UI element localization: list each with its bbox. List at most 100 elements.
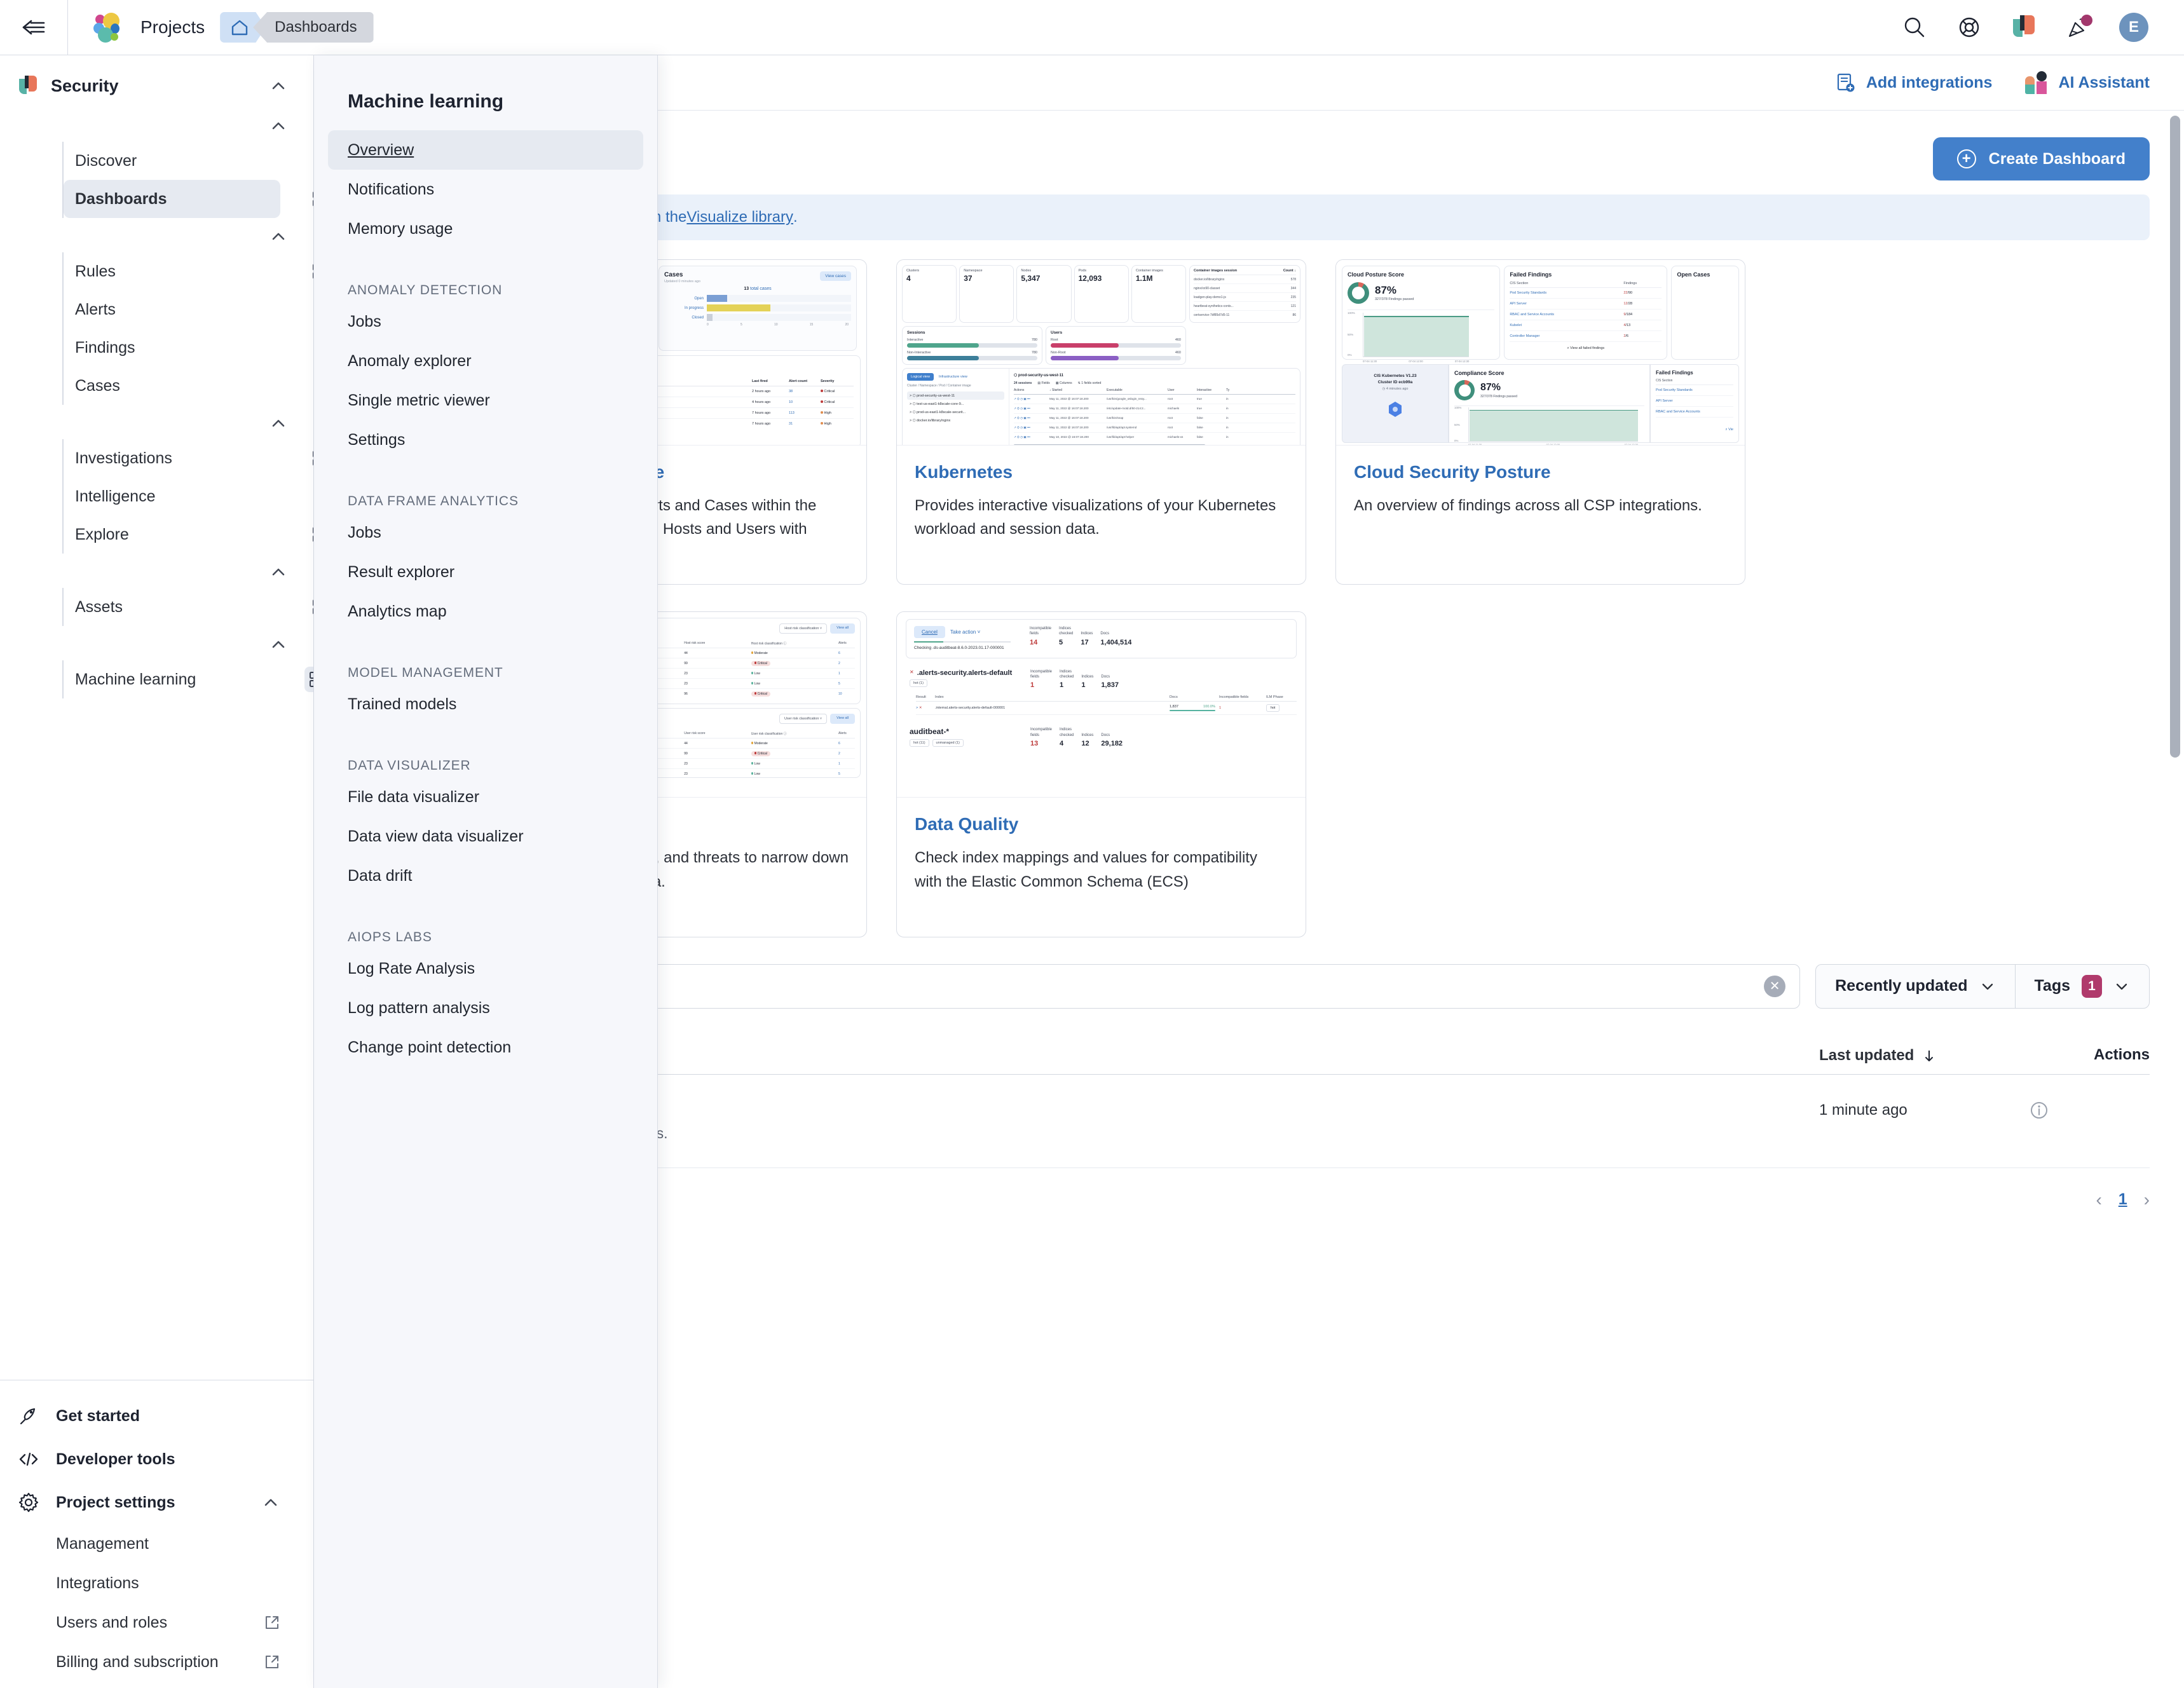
scrollbar-thumb[interactable] [2170, 116, 2180, 758]
flyout-item-anomaly-explorer[interactable]: Anomaly explorer [328, 341, 643, 381]
chevron-up-icon[interactable] [261, 1493, 280, 1512]
flyout-item-label: Anomaly explorer [348, 351, 472, 370]
flyout-item-label: Memory usage [348, 219, 453, 238]
column-last-updated[interactable]: Last updated [1819, 1043, 2029, 1065]
flyout-item-file-data-visualizer[interactable]: File data visualizer [328, 777, 643, 817]
sidebar-bottom-label: Developer tools [56, 1450, 175, 1468]
flyout-item-dfa-jobs[interactable]: Jobs [328, 513, 643, 552]
sidebar-item-explore[interactable]: Explore [64, 515, 313, 554]
app-grid-icon[interactable] [311, 597, 313, 616]
sidebar-group-4: Assets [62, 588, 313, 626]
flyout-item-notifications[interactable]: Notifications [328, 170, 643, 209]
card-title[interactable]: Cloud Security Posture [1354, 462, 1727, 482]
sidebar-solution-security[interactable]: Security [0, 64, 313, 107]
flyout-item-overview[interactable]: Overview [328, 130, 643, 170]
clear-search-icon[interactable]: ✕ [1764, 975, 1786, 997]
flyout-item-single-metric-viewer[interactable]: Single metric viewer [328, 381, 643, 420]
search-icon[interactable] [1901, 13, 1928, 41]
page-number[interactable]: 1 [2119, 1190, 2127, 1209]
home-icon [231, 20, 248, 36]
sidebar-group-toggle-3[interactable] [0, 405, 313, 439]
chevron-up-icon[interactable] [269, 76, 288, 95]
sidebar-item-label: Alerts [75, 300, 116, 318]
app-grid-icon[interactable] [311, 449, 313, 468]
card-title[interactable]: Data Quality [915, 814, 1288, 834]
sidebar-item-cases[interactable]: Cases [64, 367, 280, 405]
whats-new-icon[interactable] [2065, 13, 2092, 41]
sidebar: Security Discover Dashboards Rules Alert… [0, 55, 314, 1688]
tags-filter-button[interactable]: Tags 1 [2014, 964, 2150, 1008]
chevron-right-icon[interactable]: › [2144, 1190, 2150, 1210]
info-icon[interactable] [2029, 1100, 2150, 1120]
app-grid-icon[interactable] [311, 189, 313, 208]
chevron-left-icon[interactable]: ‹ [2096, 1190, 2101, 1210]
sidebar-item-discover[interactable]: Discover [64, 142, 280, 180]
visualize-library-link[interactable]: Visualize library [686, 208, 793, 226]
projects-label[interactable]: Projects [140, 17, 205, 37]
flyout-item-label: Jobs [348, 312, 381, 330]
app-grid-icon[interactable] [311, 525, 313, 544]
flyout-item-memory-usage[interactable]: Memory usage [328, 209, 643, 248]
sidebar-group-toggle-1[interactable] [0, 107, 313, 142]
flyout-item-analytics-map[interactable]: Analytics map [328, 592, 643, 631]
flyout-section-heading: DATA FRAME ANALYTICS [348, 494, 519, 508]
sidebar-item-integrations[interactable]: Integrations [0, 1563, 313, 1603]
sidebar-item-assets[interactable]: Assets [64, 588, 313, 626]
sidebar-solution-label: Security [51, 76, 119, 95]
collapse-nav-button[interactable] [0, 0, 68, 55]
sidebar-group-toggle-5[interactable] [0, 626, 313, 660]
flyout-section-data-visualizer: DATA VISUALIZER File data visualizer Dat… [314, 758, 657, 895]
sidebar-item-management[interactable]: Management [0, 1524, 313, 1563]
sidebar-item-intelligence[interactable]: Intelligence [64, 477, 280, 515]
flyout-item-log-rate-analysis[interactable]: Log Rate Analysis [328, 949, 643, 988]
card-description: An overview of findings across all CSP i… [1354, 497, 1702, 514]
sidebar-item-developer-tools[interactable]: Developer tools [0, 1438, 313, 1481]
sidebar-item-investigations[interactable]: Investigations [64, 439, 313, 477]
sidebar-item-findings[interactable]: Findings [64, 329, 280, 367]
flyout-item-data-drift[interactable]: Data drift [328, 856, 643, 895]
flyout-item-log-pattern-analysis[interactable]: Log pattern analysis [328, 988, 643, 1028]
app-grid-icon[interactable] [304, 667, 313, 692]
external-link-icon [264, 1654, 280, 1670]
sidebar-item-get-started[interactable]: Get started [0, 1394, 313, 1438]
sidebar-item-project-settings[interactable]: Project settings [0, 1481, 313, 1524]
sidebar-item-dashboards[interactable]: Dashboards [64, 180, 313, 218]
breadcrumb-current[interactable]: Dashboards [253, 12, 374, 43]
avatar[interactable]: E [2119, 13, 2148, 42]
gear-icon [18, 1492, 39, 1513]
flyout-item-result-explorer[interactable]: Result explorer [328, 552, 643, 592]
ai-assistant-icon [2025, 71, 2048, 94]
dashboard-card-kubernetes[interactable]: Clusters 4 Namespace 37 Nodes 5,347 Pods 12,… [896, 259, 1306, 585]
sort-filter-button[interactable]: Recently updated [1816, 965, 2014, 1008]
ai-assistant-button[interactable]: AI Assistant [2025, 71, 2150, 94]
sidebar-bottom-label: Project settings [56, 1493, 175, 1511]
add-integrations-button[interactable]: Add integrations [1834, 72, 1992, 93]
flyout-section-0: Overview Notifications Memory usage [314, 130, 657, 248]
flyout-item-data-view-data-visualizer[interactable]: Data view data visualizer [328, 817, 643, 856]
app-grid-icon[interactable] [311, 262, 313, 281]
sidebar-item-machine-learning[interactable]: Machine learning [64, 660, 313, 698]
sidebar-sub-label: Integrations [56, 1574, 139, 1592]
sidebar-item-alerts[interactable]: Alerts [64, 290, 280, 329]
security-shield-icon[interactable] [2010, 13, 2038, 41]
sidebar-item-users-and-roles[interactable]: Users and roles [0, 1603, 313, 1642]
sidebar-group-toggle-2[interactable] [0, 218, 313, 252]
flyout-item-change-point-detection[interactable]: Change point detection [328, 1028, 643, 1067]
flyout-item-ad-jobs[interactable]: Jobs [328, 302, 643, 341]
vertical-scrollbar[interactable] [2170, 116, 2180, 1688]
dashboard-card-data-quality[interactable]: Cancel Take action ˅ Checking .ds-auditb… [896, 611, 1306, 937]
help-icon[interactable] [1955, 13, 1983, 41]
flyout-item-settings[interactable]: Settings [328, 420, 643, 459]
card-title[interactable]: Kubernetes [915, 462, 1288, 482]
sidebar-item-rules[interactable]: Rules [64, 252, 313, 290]
dashboard-card-cloud-security-posture[interactable]: Cloud Posture Score 87% 327/378 Findings … [1335, 259, 1745, 585]
sidebar-group-toggle-4[interactable] [0, 554, 313, 588]
create-dashboard-button[interactable]: + Create Dashboard [1932, 137, 2150, 180]
flyout-item-label: Single metric viewer [348, 391, 490, 409]
flyout-item-trained-models[interactable]: Trained models [328, 684, 643, 724]
flyout-item-label: Result explorer [348, 562, 455, 581]
sidebar-item-billing-and-subscription[interactable]: Billing and subscription [0, 1642, 313, 1682]
flyout-item-label: Notifications [348, 180, 435, 198]
sidebar-item-label: Cases [75, 376, 120, 395]
sidebar-sub-label: Billing and subscription [56, 1652, 219, 1671]
